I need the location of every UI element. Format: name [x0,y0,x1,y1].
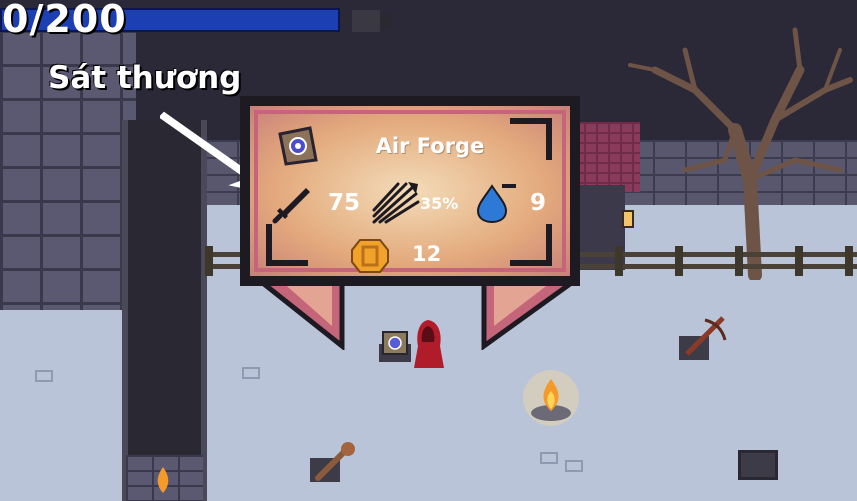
mana-cost-value: 9 [530,190,547,216]
floor-crack [565,460,583,472]
arrow-burst-icon [372,182,420,224]
gold-price-value: 12 [412,242,442,266]
sword-icon [272,188,310,224]
torch-fire-icon [157,467,169,493]
snowy-ground-left [0,310,128,501]
crossbow-pickup-icon[interactable] [675,310,731,366]
floor-crack [540,452,558,464]
mana-drop-icon [476,184,516,224]
floor-crack [242,367,260,379]
tooltip-corner [510,224,552,266]
health-value: 0/200 [2,0,127,41]
tooltip-banner-tails [262,280,572,350]
lantern-icon [622,210,634,228]
crit-chance-value: 35% [420,194,459,213]
campfire-icon [523,370,579,426]
floor-crack [35,370,53,382]
item-tooltip: Air Forge 75 35% 9 12 [240,96,580,286]
tooltip-corner [266,224,308,266]
empty-pedestal [738,450,778,480]
club-pickup-icon[interactable] [306,440,362,490]
bare-tree [628,27,853,280]
annotation-label: Sát thương [48,60,242,96]
gold-coin-icon [351,239,389,273]
item-title: Air Forge [375,134,485,158]
camera-icon[interactable] [348,6,396,36]
damage-value: 75 [328,190,361,216]
